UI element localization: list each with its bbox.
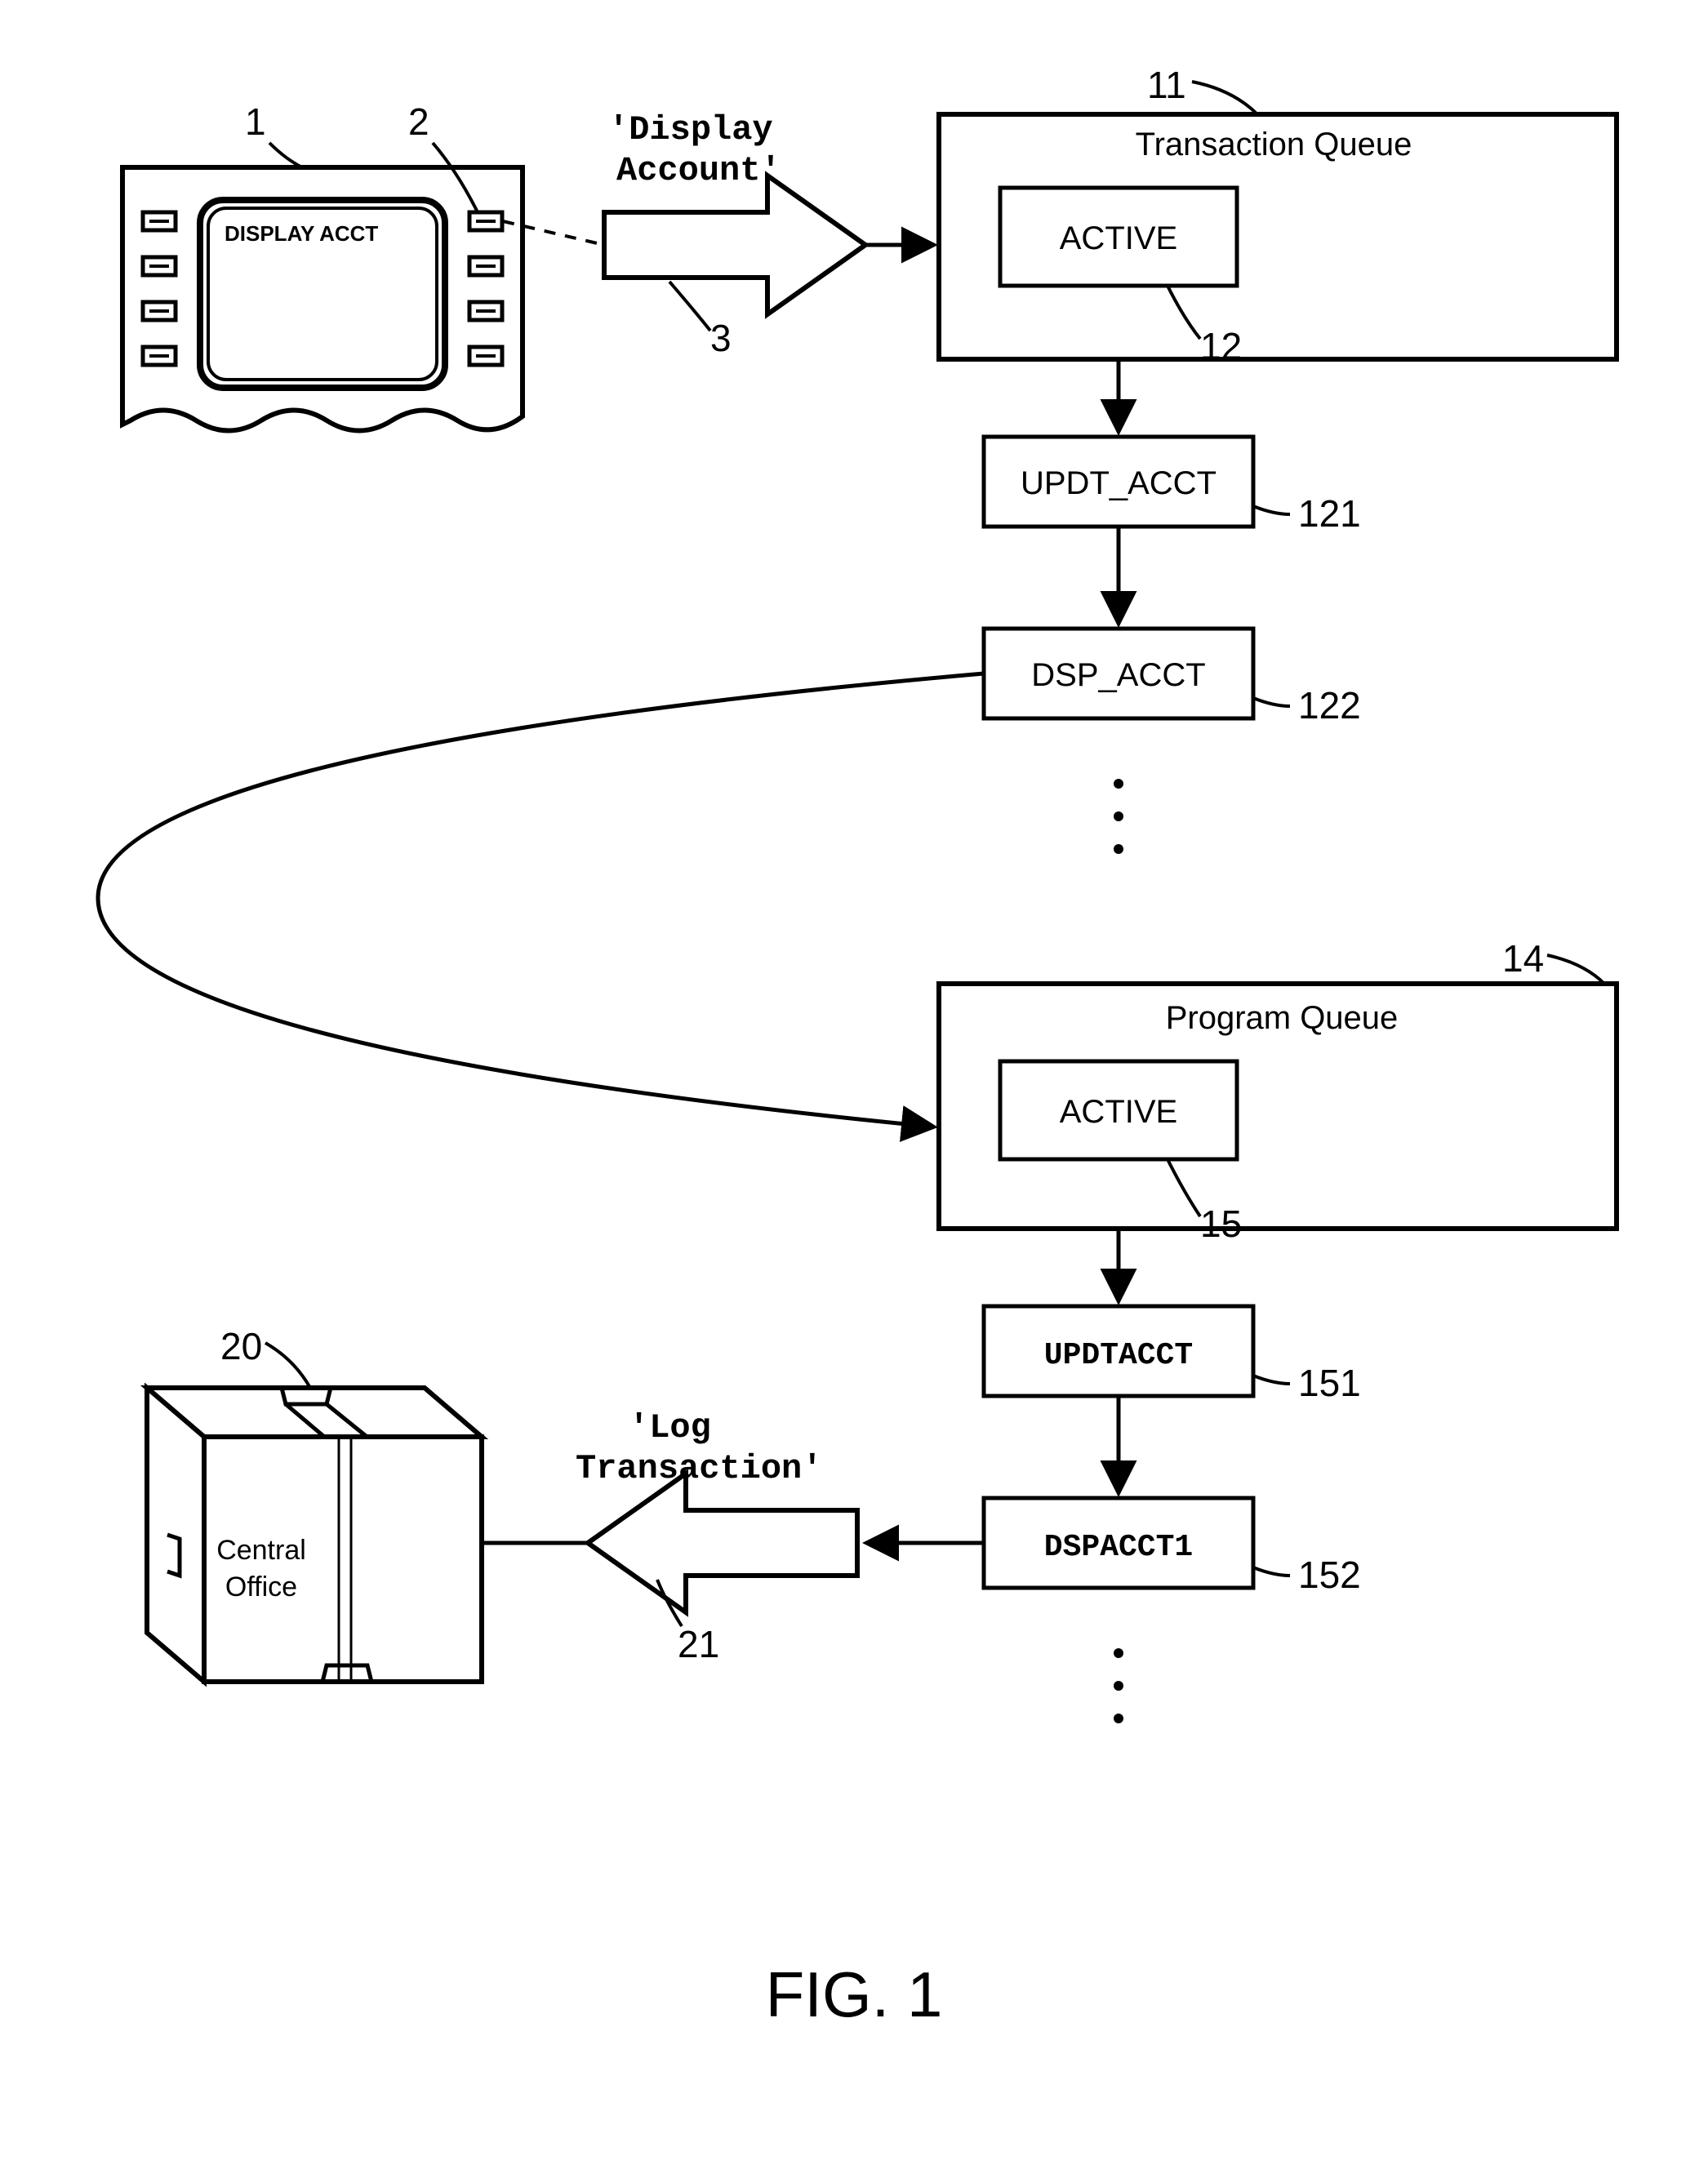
ref-121: 121 bbox=[1298, 492, 1361, 535]
label-updt-acct: UPDT_ACCT bbox=[1021, 465, 1217, 501]
ref-151: 151 bbox=[1298, 1362, 1361, 1404]
figure-caption: FIG. 1 bbox=[766, 1958, 943, 2030]
arrow-log-transaction bbox=[588, 1474, 857, 1612]
ref-14: 14 bbox=[1502, 937, 1544, 980]
connector-dspacct-to-progqueue bbox=[98, 674, 984, 1127]
ref-1: 1 bbox=[245, 100, 266, 143]
ref-152: 152 bbox=[1298, 1554, 1361, 1596]
central-office: Central Office bbox=[147, 1388, 482, 1682]
transaction-queue: Transaction Queue ACTIVE bbox=[939, 114, 1617, 359]
label-dsp-acct: DSP_ACCT bbox=[1031, 657, 1205, 693]
label-dspacct1: DSPACCT1 bbox=[1044, 1530, 1193, 1565]
program-queue: Program Queue ACTIVE bbox=[939, 984, 1617, 1229]
ref-122: 122 bbox=[1298, 684, 1361, 727]
transaction-queue-title: Transaction Queue bbox=[1136, 127, 1412, 162]
label-updtacct: UPDTACCT bbox=[1044, 1338, 1193, 1373]
terminal: DISPLAY ACCT bbox=[122, 167, 523, 431]
arrow-display-account bbox=[604, 176, 865, 314]
transaction-queue-active: ACTIVE bbox=[1060, 220, 1177, 256]
terminal-screen-text: DISPLAY ACCT bbox=[225, 221, 378, 246]
ref-15: 15 bbox=[1200, 1203, 1242, 1245]
program-queue-active: ACTIVE bbox=[1060, 1094, 1177, 1130]
ref-20: 20 bbox=[220, 1325, 262, 1367]
arrow-log-l2: Transaction' bbox=[576, 1449, 822, 1488]
ref-2: 2 bbox=[408, 100, 429, 143]
ref-3: 3 bbox=[710, 317, 732, 359]
ref-21: 21 bbox=[678, 1623, 719, 1665]
arrow-log-l1: 'Log bbox=[629, 1408, 711, 1447]
ref-12: 12 bbox=[1200, 325, 1242, 367]
ref-11: 11 bbox=[1147, 64, 1186, 106]
arrow-display-account-l2: Account' bbox=[616, 151, 781, 190]
program-queue-title: Program Queue bbox=[1166, 1000, 1399, 1036]
central-office-l1: Central bbox=[216, 1535, 306, 1566]
central-office-l2: Office bbox=[225, 1572, 297, 1603]
arrow-display-account-l1: 'Display bbox=[608, 110, 773, 149]
